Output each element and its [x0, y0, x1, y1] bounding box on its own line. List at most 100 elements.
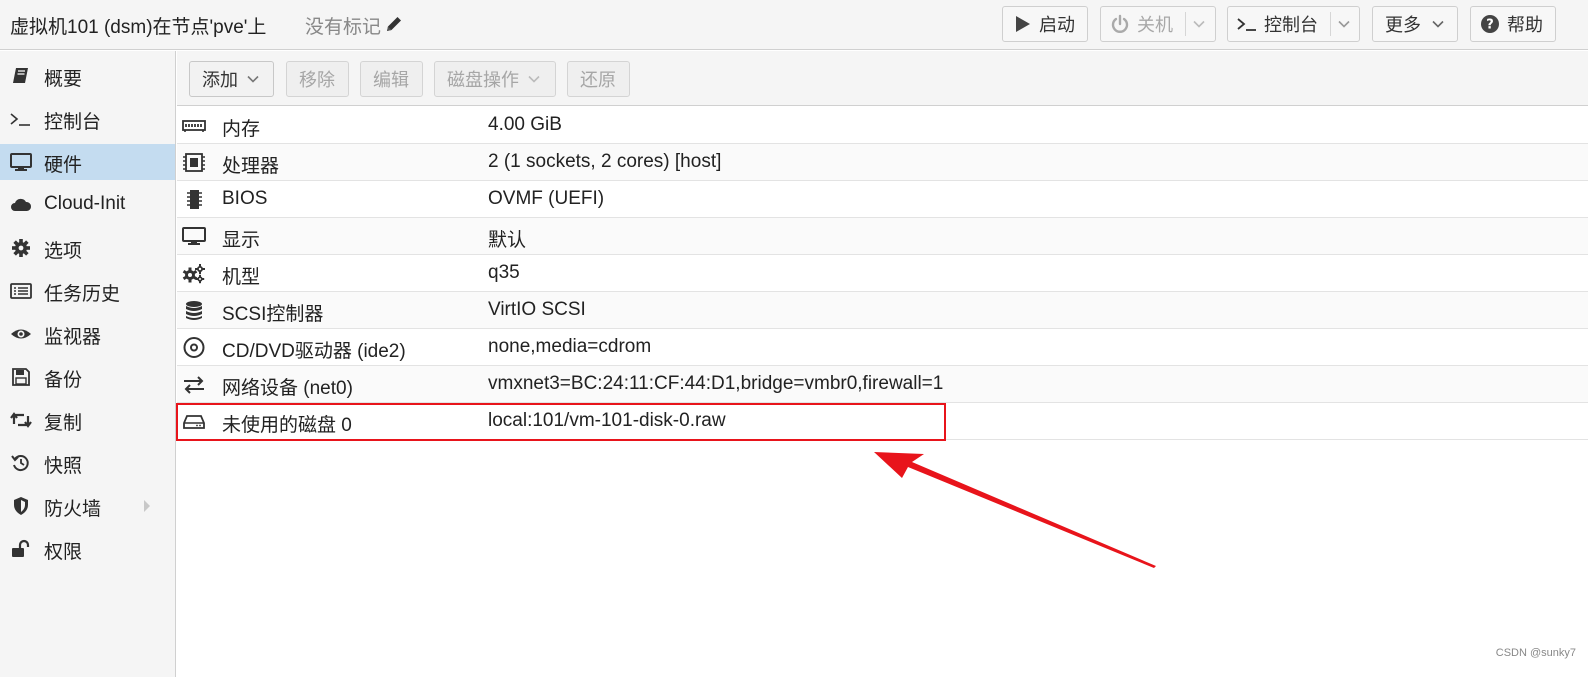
sidebar: 概要 控制台 硬件 Cloud-Init 选项 任务历史 监视器 备份 复制 快…: [0, 51, 176, 677]
hdd-icon: [183, 415, 205, 429]
sidebar-item-label: 选项: [44, 241, 83, 262]
table-row[interactable]: CD/DVD驱动器 (ide2) none,media=cdrom: [177, 329, 1588, 366]
sidebar-item-label: 防火墙: [44, 499, 102, 520]
disk-action-button[interactable]: 磁盘操作: [434, 61, 556, 97]
sidebar-item-summary[interactable]: 概要: [0, 58, 175, 94]
exchange-icon: [184, 376, 204, 394]
sidebar-item-label: 概要: [44, 69, 83, 90]
gear-icon: [12, 239, 30, 257]
row-value: VirtIO SCSI: [488, 299, 586, 320]
row-value: none,media=cdrom: [488, 336, 652, 357]
expand-arrow-icon[interactable]: [142, 499, 152, 513]
sidebar-item-cloud-init[interactable]: Cloud-Init: [0, 187, 175, 223]
sidebar-item-label: 复制: [44, 413, 83, 434]
book-icon: [13, 68, 28, 83]
sidebar-item-replication[interactable]: 复制: [0, 402, 175, 438]
cogs-icon: [182, 264, 205, 284]
svg-text:?: ?: [1486, 18, 1494, 33]
sidebar-item-snapshot[interactable]: 快照: [0, 445, 175, 481]
unlock-icon: [12, 539, 30, 557]
row-name: 未使用的磁盘 0: [222, 415, 352, 436]
row-name: 内存: [222, 119, 261, 140]
cdrom-icon: [183, 337, 205, 358]
cpu-icon: [183, 153, 205, 172]
floppy-icon: [12, 368, 30, 386]
sidebar-item-hardware[interactable]: 硬件: [0, 144, 175, 180]
history-icon: [11, 455, 29, 472]
table-row[interactable]: 显示 默认: [177, 218, 1588, 255]
sidebar-item-options[interactable]: 选项: [0, 230, 175, 266]
shield-icon: [14, 497, 28, 515]
add-button[interactable]: 添加: [189, 61, 274, 97]
table-row[interactable]: 网络设备 (net0) vmxnet3=BC:24:11:CF:44:D1,br…: [177, 366, 1588, 403]
revert-label: 还原: [580, 70, 616, 90]
remove-label: 移除: [299, 70, 335, 90]
help-button[interactable]: ? 帮助: [1470, 6, 1556, 42]
sidebar-item-label: 控制台: [44, 112, 102, 133]
remove-button[interactable]: 移除: [286, 61, 349, 97]
edit-button[interactable]: 编辑: [360, 61, 423, 97]
play-icon: [1016, 16, 1030, 32]
row-name: BIOS: [222, 188, 268, 209]
chevron-down-icon[interactable]: [1192, 17, 1206, 31]
hardware-toolbar: 添加 移除 编辑 磁盘操作 还原: [177, 51, 1588, 106]
sidebar-item-label: Cloud-Init: [44, 193, 126, 214]
memory-icon: [182, 120, 206, 132]
monitor-icon: [10, 153, 32, 171]
terminal-icon: [1237, 18, 1256, 31]
table-row[interactable]: BIOS OVMF (UEFI): [177, 181, 1588, 218]
sidebar-item-backup[interactable]: 备份: [0, 359, 175, 395]
chevron-down-icon[interactable]: [1337, 17, 1351, 31]
table-row[interactable]: SCSI控制器 VirtIO SCSI: [177, 292, 1588, 329]
sidebar-item-label: 权限: [44, 542, 83, 563]
page-title: 虚拟机101 (dsm)在节点'pve'上: [10, 17, 267, 38]
tags-label: 没有标记: [305, 17, 382, 38]
revert-button[interactable]: 还原: [567, 61, 630, 97]
row-value: 默认: [488, 230, 527, 251]
sidebar-item-task-history[interactable]: 任务历史: [0, 273, 175, 309]
more-button[interactable]: 更多: [1372, 6, 1458, 42]
desktop-icon: [182, 227, 206, 245]
chevron-down-icon: [1432, 20, 1444, 28]
row-value: local:101/vm-101-disk-0.raw: [488, 410, 726, 431]
sidebar-item-label: 备份: [44, 370, 83, 391]
sidebar-item-label: 快照: [44, 456, 83, 477]
row-name: CD/DVD驱动器 (ide2): [222, 341, 406, 362]
table-row[interactable]: 处理器 2 (1 sockets, 2 cores) [host]: [177, 144, 1588, 181]
pencil-icon[interactable]: [384, 14, 404, 34]
table-row[interactable]: 内存 4.00 GiB: [177, 107, 1588, 144]
annotation-arrow: [874, 452, 1156, 568]
row-value: 4.00 GiB: [488, 114, 562, 135]
help-label: 帮助: [1507, 15, 1543, 35]
sidebar-item-label: 任务历史: [44, 284, 121, 305]
table-row[interactable]: 机型 q35: [177, 255, 1588, 292]
row-value: OVMF (UEFI): [488, 188, 605, 209]
row-name: 显示: [222, 230, 261, 251]
table-row[interactable]: 未使用的磁盘 0 local:101/vm-101-disk-0.raw: [177, 403, 1588, 440]
list-icon: [10, 283, 32, 299]
shutdown-label: 关机: [1137, 15, 1173, 35]
sidebar-item-label: 监视器: [44, 327, 102, 348]
database-icon: [186, 301, 202, 320]
sidebar-item-monitor[interactable]: 监视器: [0, 316, 175, 352]
sidebar-item-console[interactable]: 控制台: [0, 101, 175, 137]
console-button[interactable]: 控制台: [1227, 6, 1360, 42]
terminal-icon: [10, 113, 30, 126]
row-name: 机型: [222, 267, 261, 288]
row-value: 2 (1 sockets, 2 cores) [host]: [488, 151, 722, 172]
row-name: 处理器: [222, 156, 280, 177]
start-label: 启动: [1039, 15, 1075, 35]
more-label: 更多: [1385, 15, 1421, 35]
row-value: q35: [488, 262, 520, 283]
sidebar-item-permissions[interactable]: 权限: [0, 531, 175, 567]
add-label: 添加: [202, 70, 238, 90]
chevron-down-icon: [528, 75, 540, 83]
shutdown-button[interactable]: 关机: [1100, 6, 1216, 42]
disk-action-label: 磁盘操作: [447, 70, 519, 90]
row-name: SCSI控制器: [222, 304, 324, 325]
sidebar-item-firewall[interactable]: 防火墙: [0, 488, 175, 524]
start-button[interactable]: 启动: [1002, 6, 1088, 42]
cloud-icon: [11, 198, 32, 211]
watermark: CSDN @sunky7: [1495, 647, 1576, 659]
row-name: 网络设备 (net0): [222, 378, 353, 399]
